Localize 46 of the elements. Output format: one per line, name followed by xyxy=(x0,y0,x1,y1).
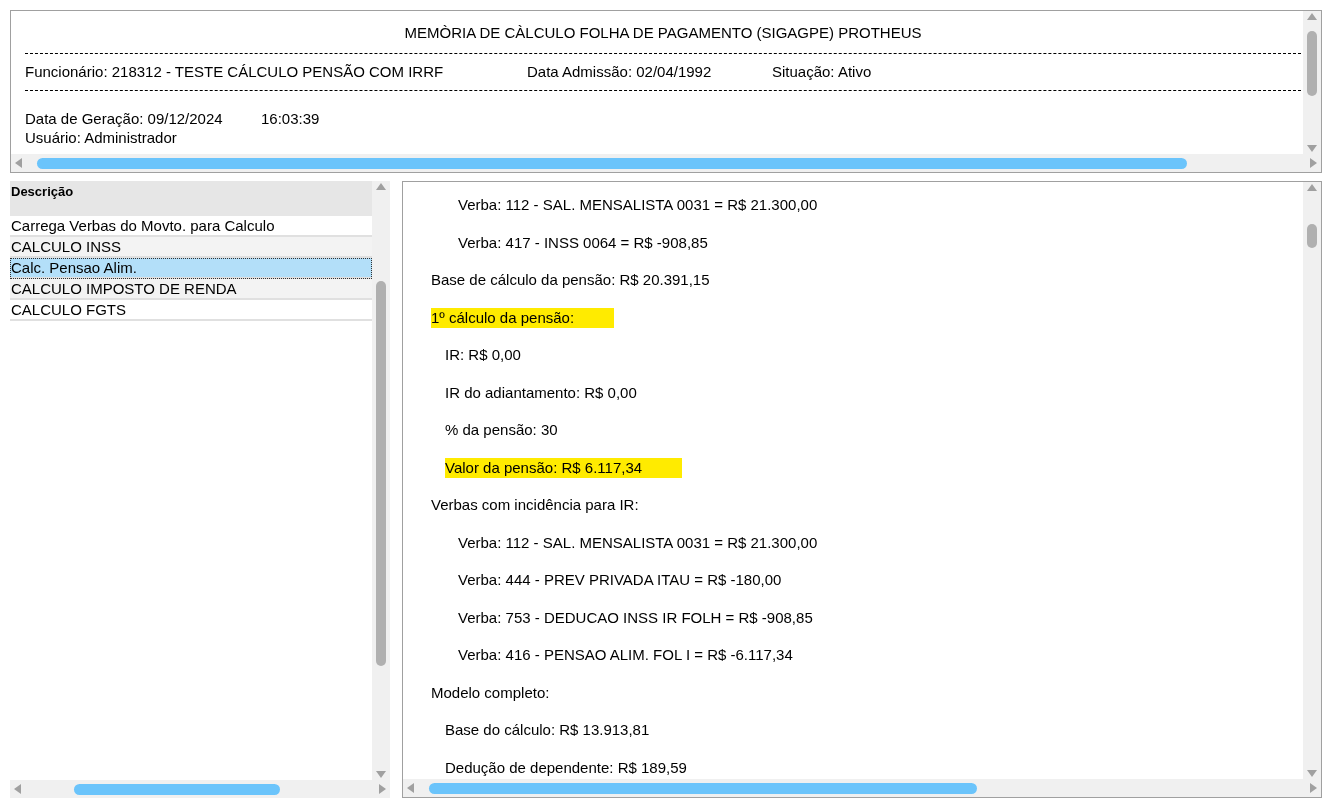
scroll-up-icon[interactable] xyxy=(1307,13,1317,20)
scroll-left-icon[interactable] xyxy=(14,784,21,794)
scroll-right-icon[interactable] xyxy=(1310,158,1317,168)
detail-line: Verba: 417 - INSS 0064 = R$ -908,85 xyxy=(458,232,708,253)
user-text: Usuário: Administrador xyxy=(25,128,178,147)
list-row[interactable]: CALCULO INSS xyxy=(10,237,372,258)
scrollbar-thumb[interactable] xyxy=(429,783,977,794)
detail-line: Base do cálculo: R$ 13.913,81 xyxy=(445,720,650,740)
vertical-scrollbar[interactable] xyxy=(372,181,390,780)
admission-text: Data Admissão: 02/04/1992 xyxy=(527,61,713,82)
scrollbar-thumb[interactable] xyxy=(37,158,1187,169)
list-row[interactable]: CALCULO IMPOSTO DE RENDA xyxy=(10,279,372,300)
detail-line: Verbas com incidência para IR: xyxy=(431,495,639,515)
detail-line: Verba: 416 - PENSAO ALIM. FOL I = R$ -6.117,34 xyxy=(458,645,793,665)
status-text: Situação: Ativo xyxy=(772,61,872,82)
report-title: MEMÒRIA DE CÀLCULO FOLHA DE PAGAMENTO (SIGAGPE) PROTHEUS xyxy=(403,23,923,43)
horizontal-scrollbar[interactable] xyxy=(11,154,1321,172)
scroll-up-icon[interactable] xyxy=(376,183,386,190)
vertical-scrollbar[interactable] xyxy=(1303,182,1321,779)
scrollbar-thumb[interactable] xyxy=(1307,31,1317,96)
detail-line: IR: R$ 0,00 xyxy=(445,345,521,365)
detail-line: Verba: 112 - SAL. MENSALISTA 0031 = R$ 21.300,00 xyxy=(458,195,818,215)
scroll-right-icon[interactable] xyxy=(1310,783,1317,793)
detail-line: Dedução de dependente: R$ 189,59 xyxy=(445,757,687,778)
vertical-scrollbar[interactable] xyxy=(1303,11,1321,154)
generation-date-text: Data de Geração: 09/12/2024 xyxy=(25,109,224,128)
scrollbar-thumb[interactable] xyxy=(74,784,280,795)
scroll-left-icon[interactable] xyxy=(15,158,22,168)
horizontal-scrollbar[interactable] xyxy=(403,779,1321,797)
column-header: Descrição xyxy=(10,181,372,216)
detail-line: IR do adiantamento: R$ 0,00 xyxy=(445,382,637,403)
scrollbar-thumb[interactable] xyxy=(376,281,386,666)
generation-time-text: 16:03:39 xyxy=(261,109,320,128)
employee-text: Funcionário: 218312 - TESTE CÁLCULO PENSÃO COM IRRF xyxy=(25,61,445,82)
detail-line: Verba: 444 - PREV PRIVADA ITAU = R$ -180,00 xyxy=(458,570,782,590)
detail-line: Base de cálculo da pensão: R$ 20.391,15 xyxy=(431,270,710,290)
detail-line: % da pensão: 30 xyxy=(445,420,558,440)
scroll-up-icon[interactable] xyxy=(1307,184,1317,191)
scroll-right-icon[interactable] xyxy=(379,784,386,794)
scroll-left-icon[interactable] xyxy=(407,783,414,793)
scrollbar-thumb[interactable] xyxy=(1307,224,1317,248)
horizontal-scrollbar[interactable] xyxy=(10,780,390,798)
detail-line: Modelo completo: xyxy=(431,682,550,703)
detail-line: Verba: 753 - DEDUCAO INSS IR FOLH = R$ -908,85 xyxy=(458,607,813,628)
detail-line: Verba: 112 - SAL. MENSALISTA 0031 = R$ 21.300,00 xyxy=(458,532,818,553)
list-row[interactable]: Calc. Pensao Alim. xyxy=(10,258,372,279)
